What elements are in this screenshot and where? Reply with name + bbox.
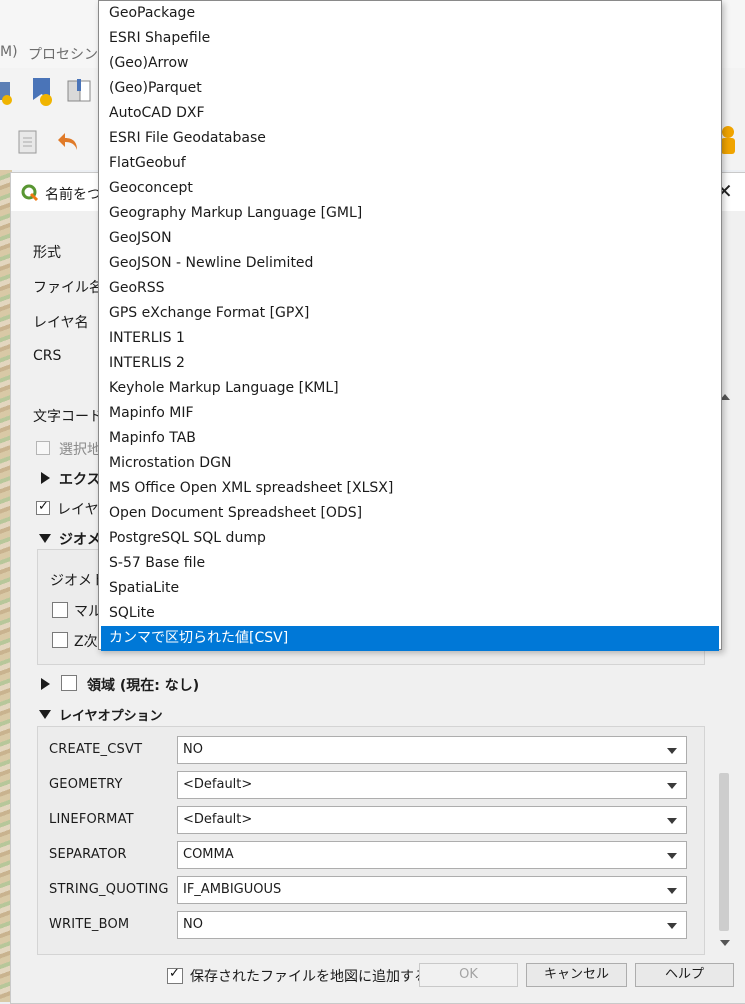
cancel-button[interactable]: キャンセル — [526, 963, 627, 987]
format-option[interactable]: PostgreSQL SQL dump — [101, 526, 719, 551]
layer-option-value: <Default> — [183, 812, 253, 827]
format-option[interactable]: MS Office Open XML spreadsheet [XLSX] — [101, 476, 719, 501]
format-option[interactable]: Microstation DGN — [101, 451, 719, 476]
add-to-map-label: 保存されたファイルを地図に追加する — [190, 969, 428, 985]
format-option[interactable]: Mapinfo TAB — [101, 426, 719, 451]
layer-option-combobox[interactable]: <Default> — [177, 771, 687, 799]
format-option[interactable]: (Geo)Parquet — [101, 76, 719, 101]
layer-checkbox-label: レイヤ — [57, 502, 99, 518]
format-option[interactable]: ESRI File Geodatabase — [101, 126, 719, 151]
layer-option-label: CREATE_CSVT — [49, 742, 143, 757]
layer-option-label: WRITE_BOM — [49, 917, 130, 932]
menu-item-partial[interactable]: M) — [0, 44, 18, 60]
export-section-label[interactable]: エクス — [59, 469, 101, 489]
format-option[interactable]: INTERLIS 1 — [101, 326, 719, 351]
dialog-title: 名前をつ — [45, 187, 101, 203]
format-option[interactable]: SpatiaLite — [101, 576, 719, 601]
layer-option-value: IF_AMBIGUOUS — [183, 882, 282, 897]
book-icon[interactable] — [66, 78, 94, 106]
ok-button[interactable]: OK — [419, 963, 518, 987]
include-z-checkbox[interactable] — [52, 632, 68, 648]
layer-option-combobox[interactable]: NO — [177, 911, 687, 939]
chevron-down-icon — [667, 888, 677, 894]
help-button[interactable]: ヘルプ — [635, 963, 734, 987]
clipboard-icon[interactable] — [16, 128, 40, 156]
layer-option-combobox[interactable]: <Default> — [177, 806, 687, 834]
collapse-layer-options-icon[interactable] — [39, 710, 51, 719]
undo-icon[interactable] — [56, 130, 82, 154]
layer-options-section-label[interactable]: レイヤオプション — [59, 705, 163, 724]
format-option[interactable]: S-57 Base file — [101, 551, 719, 576]
layer-option-combobox[interactable]: NO — [177, 736, 687, 764]
collapse-geometry-icon[interactable] — [39, 534, 51, 543]
format-option[interactable]: (Geo)Arrow — [101, 51, 719, 76]
layer-option-label: GEOMETRY — [49, 777, 123, 792]
layer-option-label: SEPARATOR — [49, 847, 127, 862]
selected-features-only-label: 選択地 — [59, 442, 101, 458]
layer-option-combobox[interactable]: IF_AMBIGUOUS — [177, 876, 687, 904]
layer-option-combobox[interactable]: COMMA — [177, 841, 687, 869]
layer-checkbox[interactable] — [36, 499, 50, 515]
chevron-down-icon — [667, 923, 677, 929]
format-option[interactable]: GeoJSON — [101, 226, 719, 251]
chevron-down-icon — [667, 783, 677, 789]
bookmark-settings-icon[interactable] — [30, 76, 56, 108]
layer-settings-icon[interactable] — [0, 78, 14, 108]
format-option[interactable]: Mapinfo MIF — [101, 401, 719, 426]
chevron-down-icon — [667, 853, 677, 859]
layer-option-value: <Default> — [183, 777, 253, 792]
format-option[interactable]: Open Document Spreadsheet [ODS] — [101, 501, 719, 526]
chevron-down-icon — [667, 818, 677, 824]
format-option[interactable]: ESRI Shapefile — [101, 26, 719, 51]
format-option[interactable]: Keyhole Markup Language [KML] — [101, 376, 719, 401]
format-dropdown-list[interactable]: GeoPackage ESRI Shapefile (Geo)Arrow (Geo)P… — [98, 0, 722, 651]
layer-option-label: STRING_QUOTING — [49, 882, 169, 897]
geometry-section-label[interactable]: ジオメ — [59, 529, 101, 549]
layer-option-value: COMMA — [183, 847, 234, 862]
add-to-map-checkbox[interactable] — [167, 966, 183, 984]
format-option[interactable]: GeoJSON - Newline Delimited — [101, 251, 719, 276]
force-multi-checkbox[interactable] — [52, 602, 68, 618]
encoding-label: 文字コード — [33, 409, 103, 425]
format-option[interactable]: GeoRSS — [101, 276, 719, 301]
format-option[interactable]: Geography Markup Language [GML] — [101, 201, 719, 226]
expand-extent-icon[interactable] — [41, 678, 50, 690]
selected-features-only-checkbox[interactable] — [36, 441, 50, 455]
qgis-logo-icon — [21, 184, 39, 202]
format-option[interactable]: GeoPackage — [101, 1, 719, 26]
format-label: 形式 — [33, 245, 61, 261]
format-option[interactable]: Geoconcept — [101, 176, 719, 201]
layername-label: レイヤ名 — [33, 315, 89, 331]
format-option[interactable]: FlatGeobuf — [101, 151, 719, 176]
extent-section-label[interactable]: 領域 (現在: なし) — [87, 675, 199, 695]
crs-label: CRS — [33, 348, 62, 364]
expand-export-icon[interactable] — [41, 472, 50, 484]
layer-option-value: NO — [183, 742, 203, 757]
filename-label: ファイル名 — [33, 280, 103, 296]
layer-option-label: LINEFORMAT — [49, 812, 134, 827]
scroll-down-icon[interactable] — [720, 940, 730, 946]
extent-checkbox[interactable] — [61, 675, 77, 691]
format-option[interactable]: GPS eXchange Format [GPX] — [101, 301, 719, 326]
chevron-down-icon — [667, 748, 677, 754]
layer-option-value: NO — [183, 917, 203, 932]
format-option[interactable]: INTERLIS 2 — [101, 351, 719, 376]
scrollbar-thumb[interactable] — [719, 773, 729, 931]
format-option[interactable]: AutoCAD DXF — [101, 101, 719, 126]
format-option[interactable]: SQLite — [101, 601, 719, 626]
include-z-label: Z次 — [74, 634, 98, 650]
format-option[interactable]: カンマで区切られた値[CSV] — [101, 626, 719, 651]
